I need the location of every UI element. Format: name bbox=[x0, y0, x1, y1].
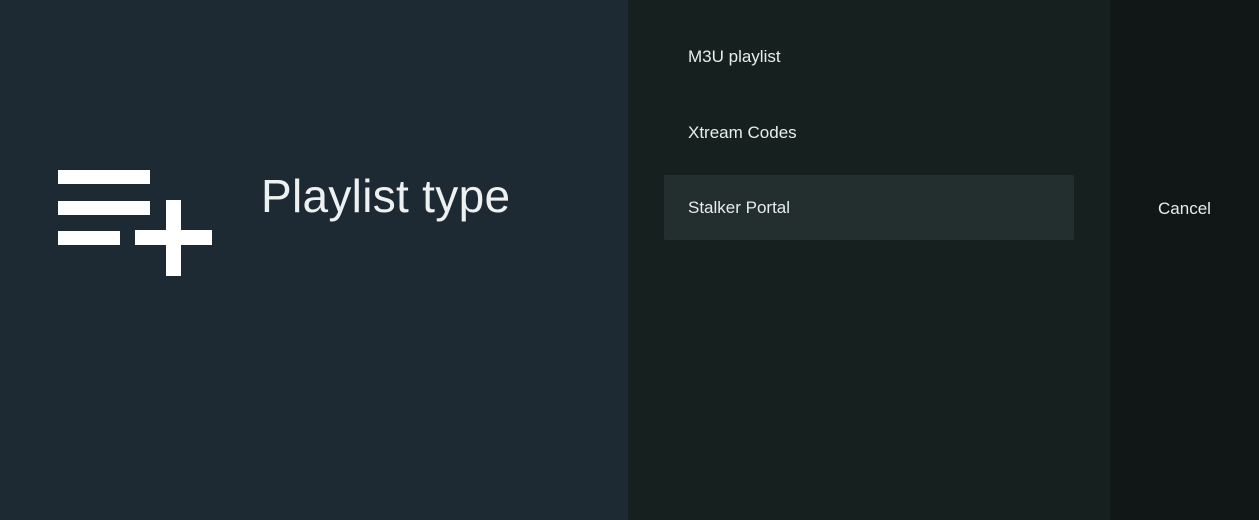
option-label: Xtream Codes bbox=[688, 122, 797, 142]
options-list: M3U playlist Xtream Codes Stalker Portal bbox=[628, 0, 1110, 520]
actions-panel: Cancel bbox=[1110, 0, 1259, 520]
option-label: M3U playlist bbox=[688, 46, 781, 66]
option-label: Stalker Portal bbox=[688, 197, 791, 217]
cancel-button[interactable]: Cancel bbox=[1110, 176, 1259, 241]
dialog-header-panel: Playlist type bbox=[0, 0, 628, 520]
page-title: Playlist type bbox=[261, 170, 511, 222]
option-m3u-playlist[interactable]: M3U playlist bbox=[664, 24, 1074, 89]
playlist-add-icon bbox=[58, 170, 212, 276]
playlist-type-dialog: Playlist type M3U playlist Xtream Codes … bbox=[0, 0, 1259, 520]
option-xtream-codes[interactable]: Xtream Codes bbox=[664, 100, 1074, 165]
option-stalker-portal[interactable]: Stalker Portal bbox=[664, 175, 1074, 240]
